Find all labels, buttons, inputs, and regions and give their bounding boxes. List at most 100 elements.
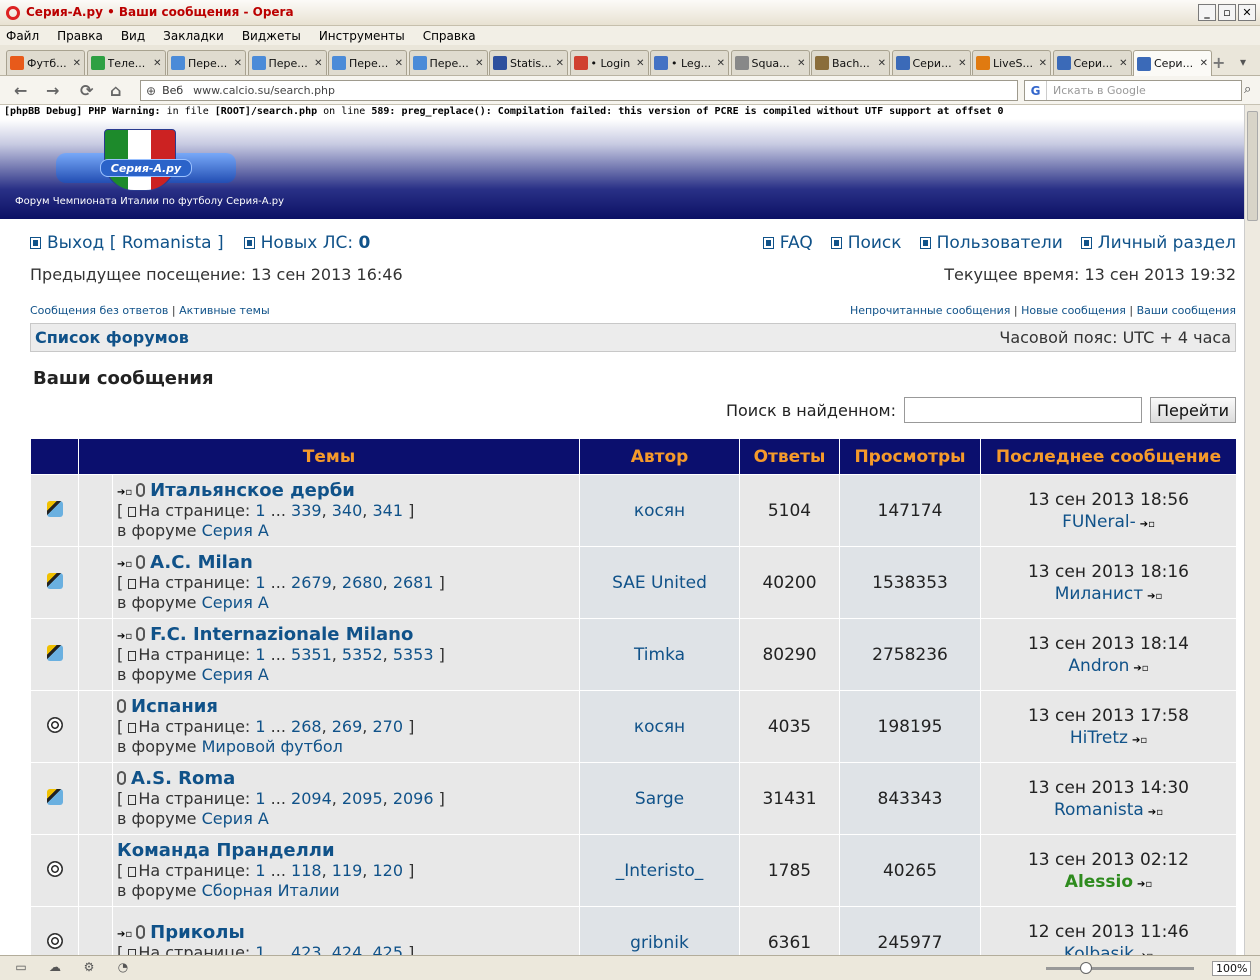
- address-field[interactable]: ⊕ Веб www.calcio.su/search.php: [140, 80, 1018, 101]
- zoom-level[interactable]: 100%: [1212, 961, 1252, 976]
- tab-close-icon[interactable]: ✕: [1119, 58, 1127, 69]
- tab-11[interactable]: Сери... ✕: [891, 50, 971, 75]
- tab-6[interactable]: Statis... ✕: [489, 50, 568, 75]
- page-link[interactable]: 1: [255, 573, 265, 592]
- last-post-user-link[interactable]: Andron: [1068, 656, 1129, 676]
- search-go-icon[interactable]: ⌕: [1244, 82, 1251, 97]
- last-post-user-link[interactable]: FUNeral-: [1062, 512, 1136, 532]
- topic-title-link[interactable]: Испания: [131, 696, 218, 717]
- last-post-user-link[interactable]: Romanista: [1054, 800, 1144, 820]
- unite-icon[interactable]: ☁: [46, 960, 64, 976]
- profile-link[interactable]: Личный раздел: [1080, 233, 1236, 253]
- search-within-input[interactable]: [904, 397, 1142, 423]
- tab-close-icon[interactable]: ✕: [73, 58, 81, 69]
- tab-13[interactable]: Сери... ✕: [1052, 50, 1132, 75]
- topic-title-link[interactable]: Приколы: [150, 922, 245, 943]
- reload-icon[interactable]: ⟳: [80, 81, 93, 100]
- page-link[interactable]: 341: [372, 501, 403, 520]
- newest-post-icon[interactable]: ➔▫: [117, 487, 132, 498]
- search-link[interactable]: Поиск: [830, 233, 902, 253]
- forum-link[interactable]: Мировой футбол: [202, 737, 343, 756]
- tab-menu-icon[interactable]: ▾: [1240, 55, 1246, 69]
- maximize-button[interactable]: ▫: [1218, 4, 1236, 21]
- tab-close-icon[interactable]: ✕: [1200, 58, 1208, 69]
- logout-link[interactable]: Выход [ Romanista ]: [30, 233, 224, 253]
- page-link[interactable]: 5353: [393, 645, 434, 664]
- tab-close-icon[interactable]: ✕: [395, 58, 403, 69]
- tab-12[interactable]: LiveS... ✕: [972, 50, 1051, 75]
- last-post-user-link[interactable]: Kolbasik: [1064, 944, 1134, 956]
- page-link[interactable]: 1: [255, 789, 265, 808]
- home-icon[interactable]: ⌂: [110, 81, 121, 100]
- tab-14[interactable]: Сери... ✕: [1133, 50, 1212, 76]
- zoom-slider-thumb[interactable]: [1080, 962, 1092, 974]
- tab-close-icon[interactable]: ✕: [1039, 58, 1047, 69]
- page-link[interactable]: 425: [372, 943, 403, 956]
- page-link[interactable]: 268: [291, 717, 322, 736]
- topic-author-link[interactable]: косян: [579, 474, 740, 547]
- last-post-user-link[interactable]: Alessio: [1065, 872, 1133, 892]
- menu-item-4[interactable]: Виджеты: [242, 29, 301, 43]
- menu-item-5[interactable]: Инструменты: [319, 29, 405, 43]
- topic-author-link[interactable]: Timka: [579, 618, 740, 691]
- menu-item-0[interactable]: Файл: [6, 29, 39, 43]
- topic-title-link[interactable]: A.C. Milan: [150, 552, 253, 573]
- forum-link[interactable]: Серия А: [202, 521, 269, 540]
- page-link[interactable]: 1: [255, 861, 265, 880]
- forum-index-link[interactable]: Список форумов: [35, 328, 189, 347]
- topic-title-link[interactable]: Итальянское дерби: [150, 480, 355, 501]
- tab-close-icon[interactable]: ✕: [314, 58, 322, 69]
- zoom-slider[interactable]: [1046, 967, 1194, 970]
- page-link[interactable]: 2095: [342, 789, 383, 808]
- page-link[interactable]: 119: [332, 861, 363, 880]
- new-tab-icon[interactable]: +: [1212, 53, 1225, 72]
- own-posts-link[interactable]: Ваши сообщения: [1137, 304, 1236, 317]
- page-link[interactable]: 340: [332, 501, 363, 520]
- forward-icon[interactable]: →: [46, 81, 59, 100]
- page-link[interactable]: 5351: [291, 645, 332, 664]
- faq-link[interactable]: FAQ: [762, 233, 813, 253]
- tab-close-icon[interactable]: ✕: [636, 58, 644, 69]
- page-link[interactable]: 118: [291, 861, 322, 880]
- tab-close-icon[interactable]: ✕: [153, 58, 161, 69]
- topic-author-link[interactable]: Sarge: [579, 762, 740, 835]
- tab-0[interactable]: Футб... ✕: [6, 50, 85, 75]
- tab-10[interactable]: Bach... ✕: [811, 50, 890, 75]
- page-link[interactable]: 5352: [342, 645, 383, 664]
- menu-item-6[interactable]: Справка: [423, 29, 476, 43]
- topic-title-link[interactable]: F.C. Internazionale Milano: [150, 624, 413, 645]
- goto-last-post-icon[interactable]: ➔▫: [1147, 591, 1162, 602]
- page-link[interactable]: 424: [332, 943, 363, 956]
- unanswered-link[interactable]: Сообщения без ответов: [30, 304, 168, 317]
- menu-item-2[interactable]: Вид: [121, 29, 145, 43]
- forum-link[interactable]: Серия А: [202, 809, 269, 828]
- tab-3[interactable]: Пере... ✕: [247, 50, 327, 75]
- active-topics-link[interactable]: Активные темы: [179, 304, 270, 317]
- page-link[interactable]: 1: [255, 943, 265, 956]
- tab-5[interactable]: Пере... ✕: [408, 50, 488, 75]
- page-link[interactable]: 2680: [342, 573, 383, 592]
- goto-last-post-icon[interactable]: ➔▫: [1133, 663, 1148, 674]
- goto-last-post-icon[interactable]: ➔▫: [1140, 519, 1155, 530]
- page-link[interactable]: 270: [372, 717, 403, 736]
- speed-dial-icon[interactable]: ◔: [114, 960, 132, 976]
- topic-author-link[interactable]: _Interisto_: [579, 834, 740, 907]
- page-link[interactable]: 120: [372, 861, 403, 880]
- new-posts-link[interactable]: Новые сообщения: [1021, 304, 1126, 317]
- newest-post-icon[interactable]: ➔▫: [117, 929, 132, 940]
- page-link[interactable]: 1: [255, 645, 265, 664]
- topic-title-link[interactable]: Команда Пранделли: [117, 840, 335, 861]
- page-link[interactable]: 2679: [291, 573, 332, 592]
- unread-link[interactable]: Непрочитанные сообщения: [850, 304, 1010, 317]
- tab-close-icon[interactable]: ✕: [878, 58, 886, 69]
- topic-author-link[interactable]: gribnik: [579, 906, 740, 955]
- scrollbar-thumb[interactable]: [1247, 111, 1258, 221]
- search-within-button[interactable]: Перейти: [1150, 397, 1236, 423]
- page-link[interactable]: 423: [291, 943, 322, 956]
- page-link[interactable]: 2681: [393, 573, 434, 592]
- tab-close-icon[interactable]: ✕: [958, 58, 966, 69]
- menu-item-1[interactable]: Правка: [57, 29, 103, 43]
- forum-link[interactable]: Сборная Италии: [202, 881, 340, 900]
- page-link[interactable]: 1: [255, 501, 265, 520]
- vertical-scrollbar[interactable]: [1244, 105, 1260, 955]
